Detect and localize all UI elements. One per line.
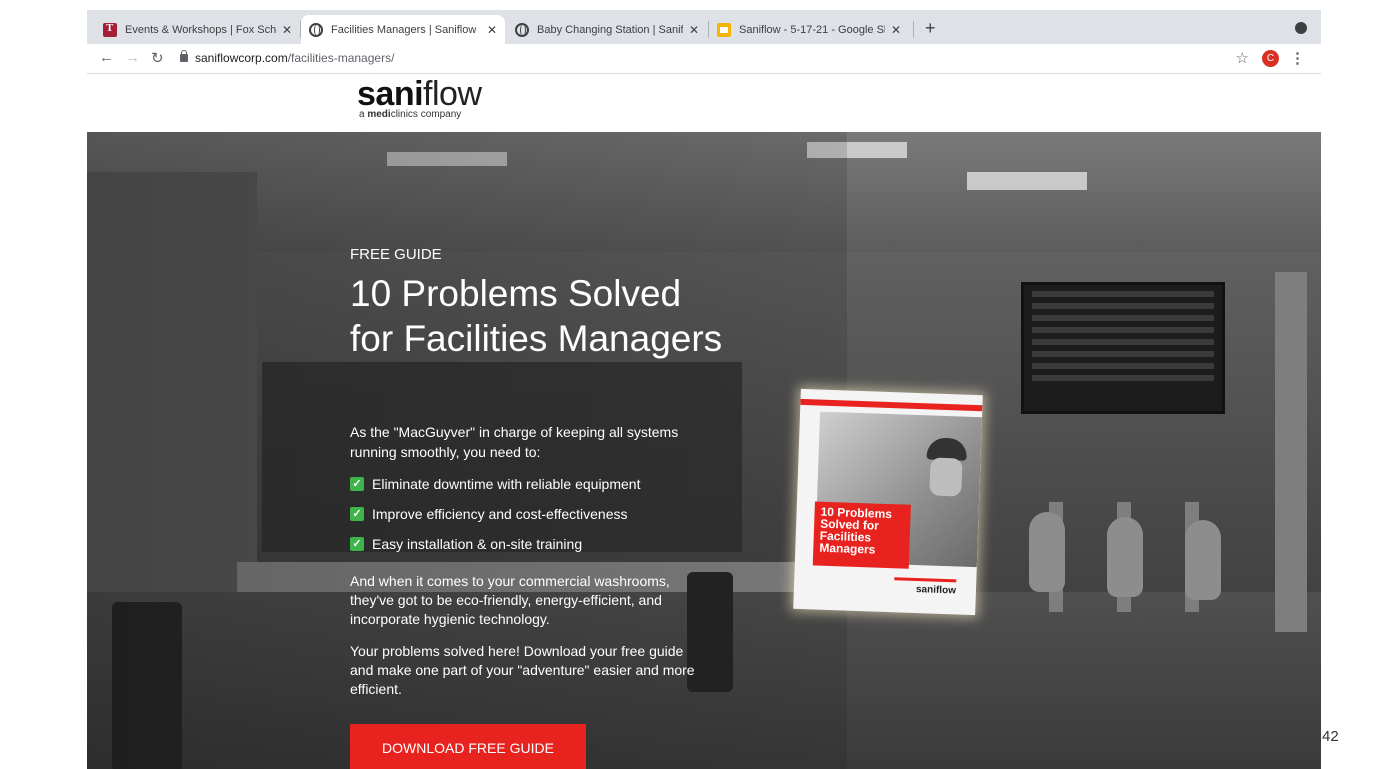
tab-title: Events & Workshops | Fox Scho — [125, 23, 276, 36]
book-brand: saniflow — [915, 584, 957, 597]
check-mark-icon: ✓ — [350, 537, 364, 551]
logo-sub-bold: medi — [367, 109, 391, 120]
tab-separator — [913, 21, 914, 38]
hero-pillar — [1275, 272, 1307, 632]
check-mark-icon: ✓ — [350, 477, 364, 491]
reload-icon[interactable]: ↻ — [151, 49, 164, 67]
google-slides-icon — [717, 22, 731, 37]
tab-google-slides[interactable]: Saniflow - 5-17-21 - Google Sli ✕ — [709, 15, 909, 44]
forward-arrow-icon[interactable]: → — [125, 49, 140, 66]
check-mark-icon: ✓ — [350, 507, 364, 521]
hero-headline: 10 Problems Solved for Facilities Manage… — [350, 273, 723, 359]
benefits-list: ✓ Eliminate downtime with reliable equipm… — [350, 474, 730, 564]
profile-avatar[interactable]: C — [1262, 50, 1279, 67]
download-free-guide-button[interactable]: DOWNLOAD FREE GUIDE — [350, 724, 586, 769]
presentation-slide: Events & Workshops | Fox Scho ✕ Faciliti… — [0, 0, 1375, 769]
saniflow-logo[interactable]: saniflow a mediclinics company — [357, 76, 482, 120]
book-bottom-line — [894, 577, 957, 583]
list-item: ✓ Easy installation & on-site training — [350, 534, 730, 554]
logo-bold-text: sani — [357, 75, 424, 113]
browser-window: Events & Workshops | Fox Scho ✕ Faciliti… — [87, 10, 1321, 769]
hero-section: FREE GUIDE 10 Problems Solved for Facili… — [87, 132, 1321, 769]
browser-toolbar: ← → ↻ saniflowcorp.com/facilities-manage… — [87, 44, 1321, 74]
list-item-text: Improve efficiency and cost-effectivenes… — [372, 506, 628, 522]
urinal — [1185, 520, 1221, 600]
url-domain: saniflowcorp.com — [195, 51, 288, 65]
site-header: saniflow a mediclinics company — [87, 74, 1321, 132]
hero-paragraph-washrooms: And when it comes to your commercial was… — [350, 573, 670, 627]
close-icon[interactable]: ✕ — [885, 23, 901, 37]
bookmark-star-icon[interactable]: ☆ — [1236, 49, 1249, 67]
tab-events-workshops[interactable]: Events & Workshops | Fox Scho ✕ — [95, 15, 300, 44]
close-icon[interactable]: ✕ — [276, 23, 292, 37]
tab-title: Saniflow - 5-17-21 - Google Sli — [739, 23, 885, 36]
urinal — [1029, 512, 1065, 592]
kebab-menu-icon[interactable]: ⋮ — [1290, 49, 1305, 67]
book-top-bar — [800, 398, 983, 412]
list-item-text: Eliminate downtime with reliable equipme… — [372, 476, 641, 492]
lock-icon — [180, 50, 188, 62]
hero-paragraph-download: Your problems solved here! Download your… — [350, 643, 695, 697]
hero-eyebrow: FREE GUIDE — [350, 246, 442, 263]
temple-favicon-icon — [103, 22, 117, 37]
ceiling-light — [967, 172, 1087, 190]
url-path: /facilities-managers/ — [287, 51, 395, 65]
departures-board — [1021, 282, 1225, 414]
worker-face — [929, 457, 963, 497]
logo-light-text: flow — [423, 75, 482, 113]
list-item-text: Easy installation & on-site training — [372, 536, 583, 552]
tab-title: Facilities Managers | Saniflow — [331, 23, 477, 36]
list-item: ✓ Improve efficiency and cost-effectivene… — [350, 504, 730, 524]
address-bar[interactable]: saniflowcorp.com/facilities-managers/ — [195, 51, 394, 65]
globe-icon — [515, 22, 529, 37]
globe-icon — [309, 22, 323, 37]
browser-profile-icon[interactable] — [1295, 22, 1307, 34]
close-icon[interactable]: ✕ — [683, 23, 699, 37]
back-arrow-icon[interactable]: ← — [99, 49, 114, 66]
tab-facilities-managers[interactable]: Facilities Managers | Saniflow ✕ — [301, 15, 505, 44]
logo-sub-rest: clinics company — [390, 109, 462, 120]
urinal — [1107, 517, 1143, 597]
guide-book-cover[interactable]: 10 Problems Solved for Facilities Manage… — [793, 388, 983, 616]
tab-baby-changing-station[interactable]: Baby Changing Station | Saniflo ✕ — [507, 15, 707, 44]
tab-title: Baby Changing Station | Saniflo — [537, 23, 683, 36]
slide-page-number: 42 — [1322, 728, 1339, 745]
tab-strip: Events & Workshops | Fox Scho ✕ Faciliti… — [87, 10, 1321, 44]
list-item: ✓ Eliminate downtime with reliable equipm… — [350, 474, 730, 494]
book-title: 10 Problems Solved for Facilities Manage… — [819, 504, 893, 557]
hero-intro: As the "MacGuyver" in charge of keeping … — [350, 424, 679, 460]
close-icon[interactable]: ✕ — [481, 23, 497, 37]
new-tab-button[interactable]: + — [925, 18, 936, 39]
